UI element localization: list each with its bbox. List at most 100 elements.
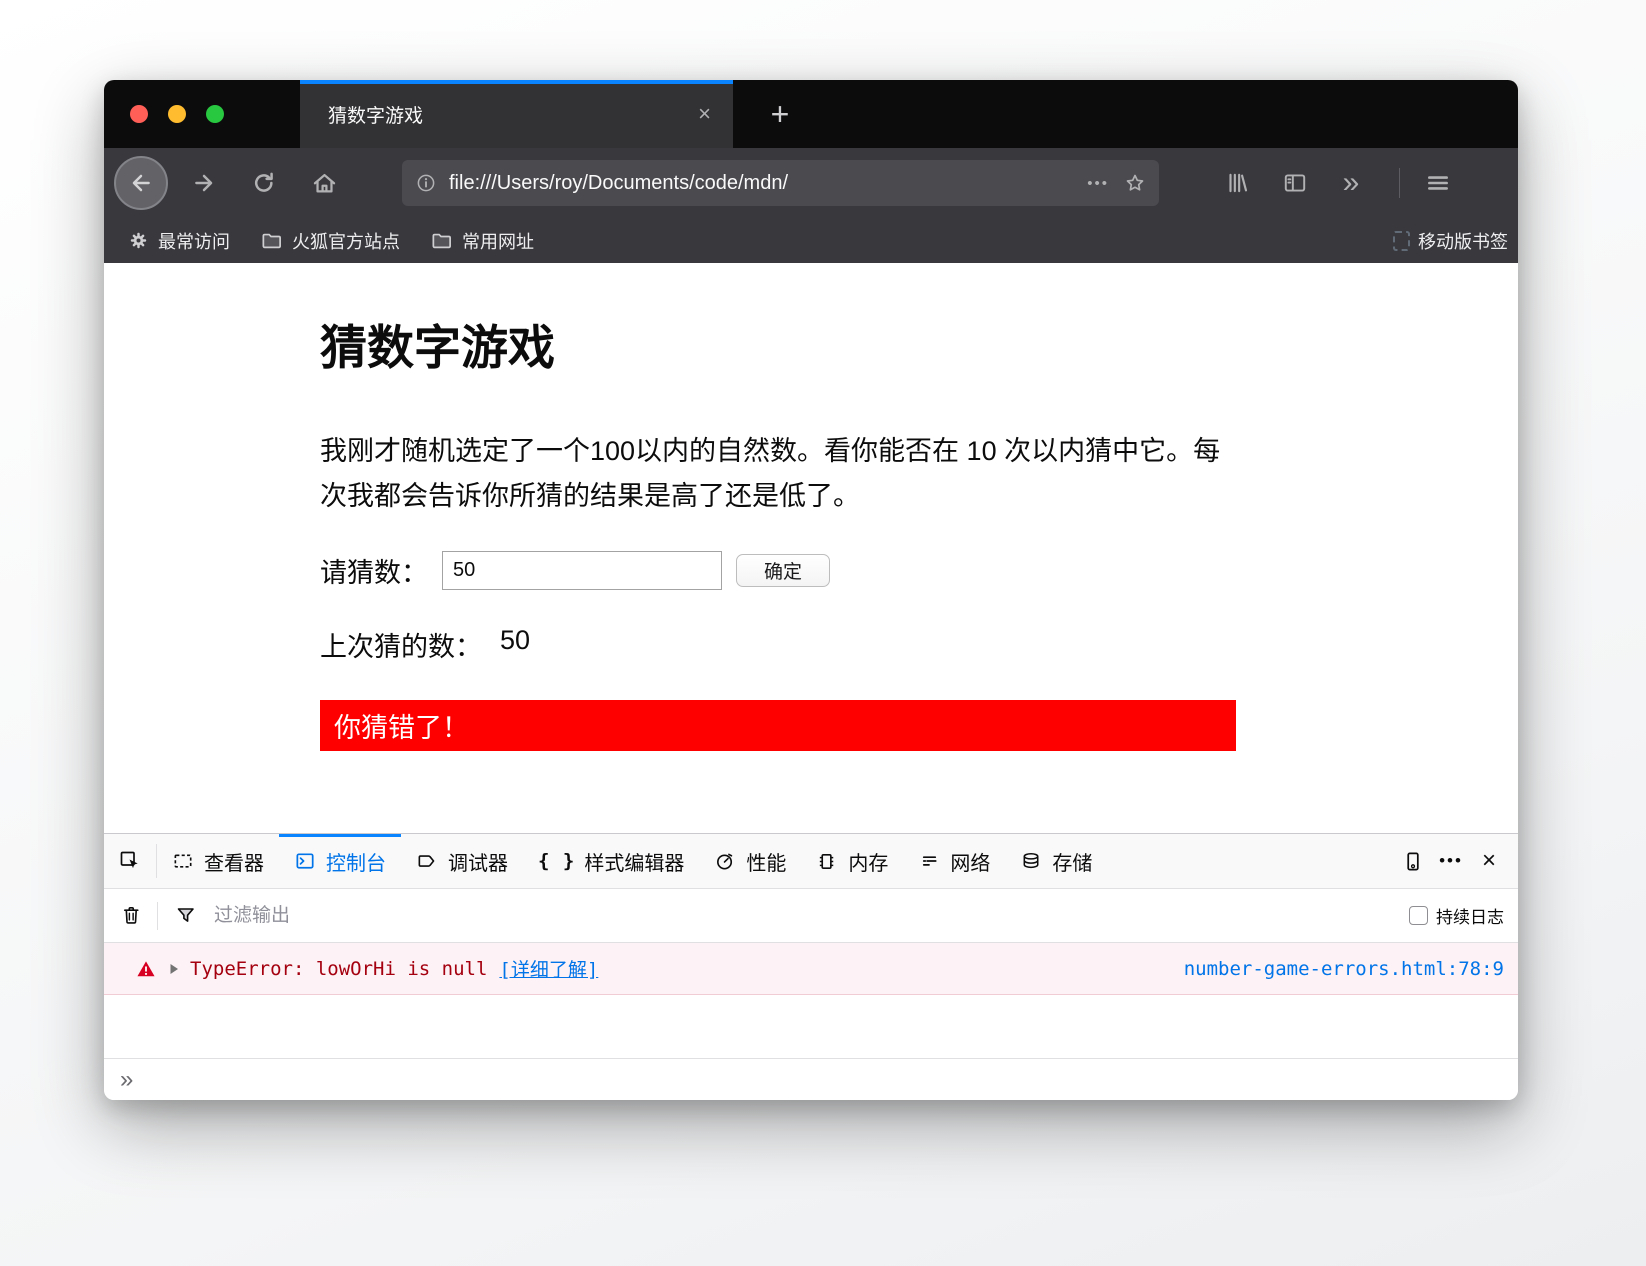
console-filter-input[interactable] — [214, 905, 1409, 927]
element-picker-icon — [118, 849, 142, 873]
url-text[interactable]: file:///Users/roy/Documents/code/mdn/ — [449, 172, 1079, 195]
desktop-background: 猜数字游戏 × + — [0, 0, 1646, 1266]
minimize-window-button[interactable] — [168, 105, 186, 123]
page-actions-icon[interactable]: ••• — [1087, 175, 1109, 192]
mobile-bookmarks-icon — [1393, 231, 1410, 251]
devtools-toolbar-right: ••• × — [1394, 834, 1518, 888]
debugger-icon — [416, 850, 439, 873]
zoom-window-button[interactable] — [206, 105, 224, 123]
console-icon — [294, 850, 317, 873]
responsive-design-button[interactable] — [1394, 842, 1432, 880]
forward-button[interactable] — [182, 161, 226, 205]
persist-logs-label: 持续日志 — [1436, 903, 1504, 928]
devtools-tab-label: 调试器 — [448, 847, 508, 876]
error-warning-icon — [136, 959, 156, 979]
reload-button[interactable] — [242, 161, 286, 205]
checkbox-icon[interactable] — [1409, 906, 1428, 925]
learn-more-link[interactable]: [详细了解] — [499, 955, 598, 982]
folder-icon — [430, 229, 453, 252]
devtools-tabbar: 查看器 控制台 调试器 { } 样式编辑 — [104, 834, 1518, 889]
devtools-tab-inspector[interactable]: 查看器 — [157, 834, 279, 888]
devtools-tab-label: 样式编辑器 — [584, 847, 684, 876]
bookmark-most-visited[interactable]: 最常访问 — [128, 228, 230, 254]
filter-funnel-icon[interactable] — [174, 904, 198, 928]
device-icon — [1402, 850, 1425, 873]
style-editor-icon: { } — [538, 850, 575, 872]
clear-console-icon[interactable] — [120, 904, 143, 927]
bookmark-star-icon[interactable] — [1123, 171, 1147, 195]
bookmark-label: 最常访问 — [158, 228, 230, 254]
bookmark-mobile[interactable]: 移动版书签 — [1393, 228, 1508, 254]
error-source-link[interactable]: number-game-errors.html:78:9 — [1184, 958, 1504, 980]
library-icon — [1224, 170, 1250, 196]
page-title: 猜数字游戏 — [320, 309, 555, 378]
network-icon — [918, 850, 941, 873]
bookmark-folder-common[interactable]: 常用网址 — [430, 228, 534, 254]
folder-icon — [260, 229, 283, 252]
active-tab[interactable]: 猜数字游戏 × — [300, 80, 733, 148]
sidebar-icon — [1282, 170, 1308, 196]
devtools-tab-network[interactable]: 网络 — [903, 834, 1005, 888]
devtools-tab-label: 控制台 — [326, 847, 386, 876]
new-tab-button[interactable]: + — [750, 80, 810, 148]
url-bar[interactable]: file:///Users/roy/Documents/code/mdn/ ••… — [402, 160, 1159, 206]
navigation-toolbar: file:///Users/roy/Documents/code/mdn/ ••… — [104, 148, 1518, 218]
close-window-button[interactable] — [130, 105, 148, 123]
intro-paragraph: 我刚才随机选定了一个100以内的自然数。看你能否在 10 次以内猜中它。每次我都… — [320, 429, 1225, 519]
devtools-tab-storage[interactable]: 存储 — [1005, 834, 1107, 888]
persist-logs-toggle[interactable]: 持续日志 — [1409, 903, 1504, 928]
storage-icon — [1020, 850, 1043, 873]
home-button[interactable] — [302, 161, 346, 205]
tab-close-icon[interactable]: × — [698, 103, 711, 125]
bookmark-label: 常用网址 — [462, 228, 534, 254]
console-filterbar: 持续日志 — [104, 889, 1518, 943]
devtools-tab-debugger[interactable]: 调试器 — [401, 834, 523, 888]
tab-title: 猜数字游戏 — [328, 101, 698, 128]
devtools-tab-label: 内存 — [848, 847, 888, 876]
memory-icon — [816, 850, 839, 873]
info-icon[interactable] — [415, 172, 437, 194]
performance-icon — [714, 850, 737, 873]
gear-icon — [128, 230, 149, 251]
devtools-tab-memory[interactable]: 内存 — [801, 834, 903, 888]
traffic-lights — [130, 105, 224, 123]
console-output-area[interactable] — [104, 995, 1518, 1058]
expand-panel-button[interactable]: » — [120, 1068, 133, 1092]
pick-element-button[interactable] — [104, 834, 156, 888]
devtools-tab-style-editor[interactable]: { } 样式编辑器 — [523, 834, 699, 888]
active-tab-indicator — [300, 80, 733, 84]
page-viewport: 猜数字游戏 我刚才随机选定了一个100以内的自然数。看你能否在 10 次以内猜中… — [104, 263, 1518, 833]
bookmarks-toolbar: 最常访问 火狐官方站点 常用网址 移动版书签 — [104, 218, 1518, 263]
library-button[interactable] — [1215, 161, 1259, 205]
browser-window: 猜数字游戏 × + — [104, 80, 1518, 1100]
last-guess-value: 50 — [500, 625, 530, 664]
inspector-icon — [172, 850, 195, 873]
error-message: TypeError: lowOrHi is null — [190, 958, 487, 980]
devtools-tab-label: 查看器 — [204, 847, 264, 876]
result-banner: 你猜错了！ — [320, 700, 1236, 751]
last-guess-label: 上次猜的数： — [320, 625, 482, 664]
devtools-tab-label: 性能 — [746, 847, 786, 876]
toolbar-divider — [1399, 168, 1400, 198]
guess-form: 请猜数： 确定 — [320, 551, 830, 590]
submit-guess-button[interactable]: 确定 — [736, 554, 830, 587]
devtools-more-button[interactable]: ••• — [1432, 842, 1470, 880]
bookmark-folder-firefox[interactable]: 火狐官方站点 — [260, 228, 400, 254]
devtools-close-button[interactable]: × — [1470, 842, 1508, 880]
menu-button[interactable] — [1416, 161, 1460, 205]
devtools-tab-label: 网络 — [950, 847, 990, 876]
bookmark-label: 火狐官方站点 — [292, 228, 400, 254]
console-error-row[interactable]: TypeError: lowOrHi is null [详细了解] number… — [104, 943, 1518, 995]
guess-input[interactable] — [442, 551, 722, 590]
toolbar-overflow-button[interactable]: » — [1329, 161, 1373, 205]
back-button[interactable] — [114, 156, 168, 210]
devtools-tab-console[interactable]: 控制台 — [279, 834, 401, 888]
arrow-right-icon — [191, 170, 217, 196]
devtools-tab-performance[interactable]: 性能 — [699, 834, 801, 888]
reload-icon — [251, 170, 277, 196]
devtools-bottombar: » — [104, 1058, 1518, 1100]
sidebar-button[interactable] — [1273, 161, 1317, 205]
devtools-divider — [157, 902, 158, 930]
last-guess-row: 上次猜的数： 50 — [320, 625, 530, 664]
expand-arrow-icon[interactable] — [168, 962, 180, 976]
